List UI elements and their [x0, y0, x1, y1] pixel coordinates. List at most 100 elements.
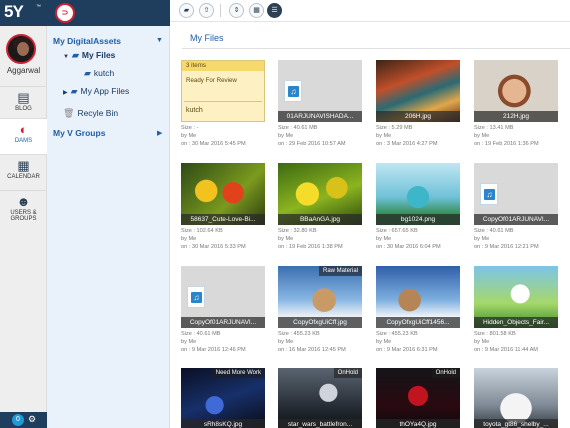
file-tile[interactable]: OnHold star_wars_battlefron...	[278, 368, 362, 428]
file-name: CopyOfxgUiCff.jpg	[278, 317, 362, 328]
file-size: Size : 40.61 MB	[474, 228, 514, 234]
status-tag: Need More Work	[211, 368, 265, 378]
file-tile[interactable]: toyota_gt86_shelby_...	[474, 368, 558, 428]
file-owner: by Me	[474, 339, 490, 345]
new-folder-button[interactable]: ▰	[179, 3, 194, 18]
file-tile[interactable]: Raw Material CopyOfxgUiCff.jpg Size : 455.…	[278, 266, 362, 354]
file-tile[interactable]: CopyOfxgUiCff1456... Size : 455.23 KB by M…	[376, 266, 460, 354]
file-thumbnail[interactable]: bg1024.png	[376, 163, 460, 225]
blog-icon: ▤	[17, 90, 30, 105]
file-thumbnail[interactable]: BBaAnGA.jpg	[278, 163, 362, 225]
upload-button[interactable]: ⇧	[199, 3, 214, 18]
chevron-down-icon[interactable]: ▼	[156, 37, 163, 44]
expand-down-icon[interactable]: ▼	[63, 54, 69, 60]
file-name: CopyOf01ARJUNAVI...	[181, 317, 265, 328]
file-thumbnail[interactable]: 3 items Ready For Review kutch	[181, 60, 265, 122]
file-date: on : 9 Mar 2016 11:44 AM	[474, 347, 538, 353]
sort-button[interactable]: ⇕	[229, 3, 244, 18]
file-tile[interactable]: 212H.jpg Size : 13.41 MB by Me on : 19 Feb …	[474, 60, 558, 148]
tree-header: ⊃	[47, 0, 170, 26]
file-tile[interactable]: OnHold thOYa4Q.jpg	[376, 368, 460, 428]
file-name: Hidden_Objects_Fair...	[474, 317, 558, 328]
user-name: Aggarwal	[6, 66, 41, 75]
folder-icon: ▰	[70, 86, 78, 96]
folder-name: kutch	[186, 107, 203, 114]
file-name: 206H.jpg	[376, 111, 460, 122]
tree-node-app-files[interactable]: ▶ ▰ My App Files	[63, 86, 129, 97]
file-name: sRh8sKQ.jpg	[181, 419, 265, 428]
file-tile[interactable]: Need More Work sRh8sKQ.jpg	[181, 368, 265, 428]
file-name: 01ARJUNAVISHADA...	[278, 111, 362, 122]
tree-node-label: My App Files	[80, 86, 130, 96]
file-thumbnail[interactable]: Hidden_Objects_Fair...	[474, 266, 558, 328]
file-meta: Size : 40.61 MB by Me on : 9 Mar 2016 12:4…	[181, 330, 265, 354]
rail-item-blog[interactable]: ▤ BLOG	[0, 86, 47, 118]
tree-node-kutch[interactable]: ▰ kutch	[84, 68, 114, 79]
file-thumbnail[interactable]: 58637_Cute-Love-Bi...	[181, 163, 265, 225]
file-owner: by Me	[181, 236, 197, 242]
rail-item-calendar[interactable]: ▦ CALENDAR	[0, 154, 47, 190]
file-date: on : 19 Feb 2016 1:36 PM	[474, 141, 539, 147]
tree-node-label: kutch	[93, 68, 115, 78]
tree-node-digital-assets[interactable]: My DigitalAssets	[53, 36, 121, 46]
settings-gear-icon[interactable]: ⚙	[28, 414, 36, 425]
file-meta: Size : 40.61 MB by Me on : 9 Mar 2016 12:2…	[474, 227, 558, 251]
status-tag: Raw Material	[318, 266, 362, 276]
file-thumbnail[interactable]: CopyOfxgUiCff1456...	[376, 266, 460, 328]
folder-open-icon: ▰	[71, 50, 79, 60]
file-date: on : 9 Mar 2016 6:31 PM	[376, 347, 438, 353]
file-owner: by Me	[376, 339, 392, 345]
tree-node-my-files[interactable]: ▼ ▰ My Files	[63, 50, 115, 61]
file-thumbnail[interactable]: ♫ CopyOf01ARJUNAVI...	[474, 163, 558, 225]
file-tile[interactable]: ♫ 01ARJUNAVISHADA... Size : 40.61 MB by Me o…	[278, 60, 362, 148]
file-tile[interactable]: bg1024.png Size : 657.65 KB by Me on : 30 M…	[376, 163, 460, 251]
file-thumbnail[interactable]: toyota_gt86_shelby_...	[474, 368, 558, 428]
rail-item-users-groups[interactable]: ☻ USERS & GROUPS	[0, 190, 47, 236]
rail-item-dams[interactable]: ◐ DAMS	[0, 118, 47, 154]
file-thumbnail[interactable]: 206H.jpg	[376, 60, 460, 122]
rail-item-label: CALENDAR	[7, 174, 40, 180]
notification-badge[interactable]: 0	[12, 414, 24, 426]
file-meta: Size : 5.29 MB by Me on : 3 Mar 2016 4:27 …	[376, 124, 460, 148]
app-logo[interactable]: 5Y ™	[0, 0, 47, 26]
folder-item-count: 3 items	[186, 62, 206, 69]
file-owner: by Me	[278, 236, 294, 242]
file-thumbnail[interactable]: OnHold star_wars_battlefron...	[278, 368, 362, 428]
file-thumbnail[interactable]: OnHold thOYa4Q.jpg	[376, 368, 460, 428]
toolbar-divider	[220, 4, 221, 17]
file-size: Size : 32.80 KB	[278, 228, 317, 234]
file-date: on : 29 Feb 2016 10:57 AM	[278, 141, 346, 147]
dams-logo-icon: ⊃	[55, 3, 75, 23]
file-size: Size : 5.29 MB	[376, 125, 413, 131]
file-thumbnail[interactable]: ♫ 01ARJUNAVISHADA...	[278, 60, 362, 122]
chevron-right-icon[interactable]: ▶	[157, 129, 162, 137]
avatar[interactable]	[6, 34, 36, 64]
tree-node-v-groups[interactable]: My V Groups	[53, 128, 105, 138]
file-thumbnail[interactable]: ♫ CopyOf01ARJUNAVI...	[181, 266, 265, 328]
file-name: 58637_Cute-Love-Bi...	[181, 214, 265, 225]
file-tile[interactable]: ♫ CopyOf01ARJUNAVI... Size : 40.61 MB by Me…	[181, 266, 265, 354]
file-thumbnail[interactable]: Raw Material CopyOfxgUiCff.jpg	[278, 266, 362, 328]
file-tile[interactable]: 58637_Cute-Love-Bi... Size : 102.64 KB by …	[181, 163, 265, 251]
file-meta: Size : - by Me on : 30 Mar 2016 5:45 PM	[181, 124, 265, 148]
file-thumbnail[interactable]: Need More Work sRh8sKQ.jpg	[181, 368, 265, 428]
expand-right-icon[interactable]: ▶	[63, 90, 68, 96]
list-view-button[interactable]: ☰	[267, 3, 282, 18]
folder-icon: ▰	[84, 68, 91, 78]
music-note-icon: ♫	[191, 292, 202, 303]
file-tile[interactable]: 206H.jpg Size : 5.29 MB by Me on : 3 Mar 20…	[376, 60, 460, 148]
file-tile[interactable]: Hidden_Objects_Fair... Size : 801.58 KB by…	[474, 266, 558, 354]
trash-icon: 🗑	[63, 108, 75, 118]
file-name: CopyOf01ARJUNAVI...	[474, 214, 558, 225]
file-meta: Size : 657.65 KB by Me on : 30 Mar 2016 6:…	[376, 227, 460, 251]
status-tag: OnHold	[431, 368, 460, 378]
tree-node-recycle-bin[interactable]: 🗑 Recyle Bin	[63, 108, 118, 119]
breadcrumb[interactable]: My Files	[190, 33, 224, 43]
grid-view-button[interactable]: ▦	[249, 3, 264, 18]
file-tile[interactable]: BBaAnGA.jpg Size : 32.80 KB by Me on : 19 F…	[278, 163, 362, 251]
file-date: on : 9 Mar 2016 12:46 PM	[181, 347, 246, 353]
file-name: 212H.jpg	[474, 111, 558, 122]
file-tile[interactable]: ♫ CopyOf01ARJUNAVI... Size : 40.61 MB by Me…	[474, 163, 558, 251]
file-thumbnail[interactable]: 212H.jpg	[474, 60, 558, 122]
folder-tile[interactable]: 3 items Ready For Review kutch Size : - by M…	[181, 60, 265, 148]
